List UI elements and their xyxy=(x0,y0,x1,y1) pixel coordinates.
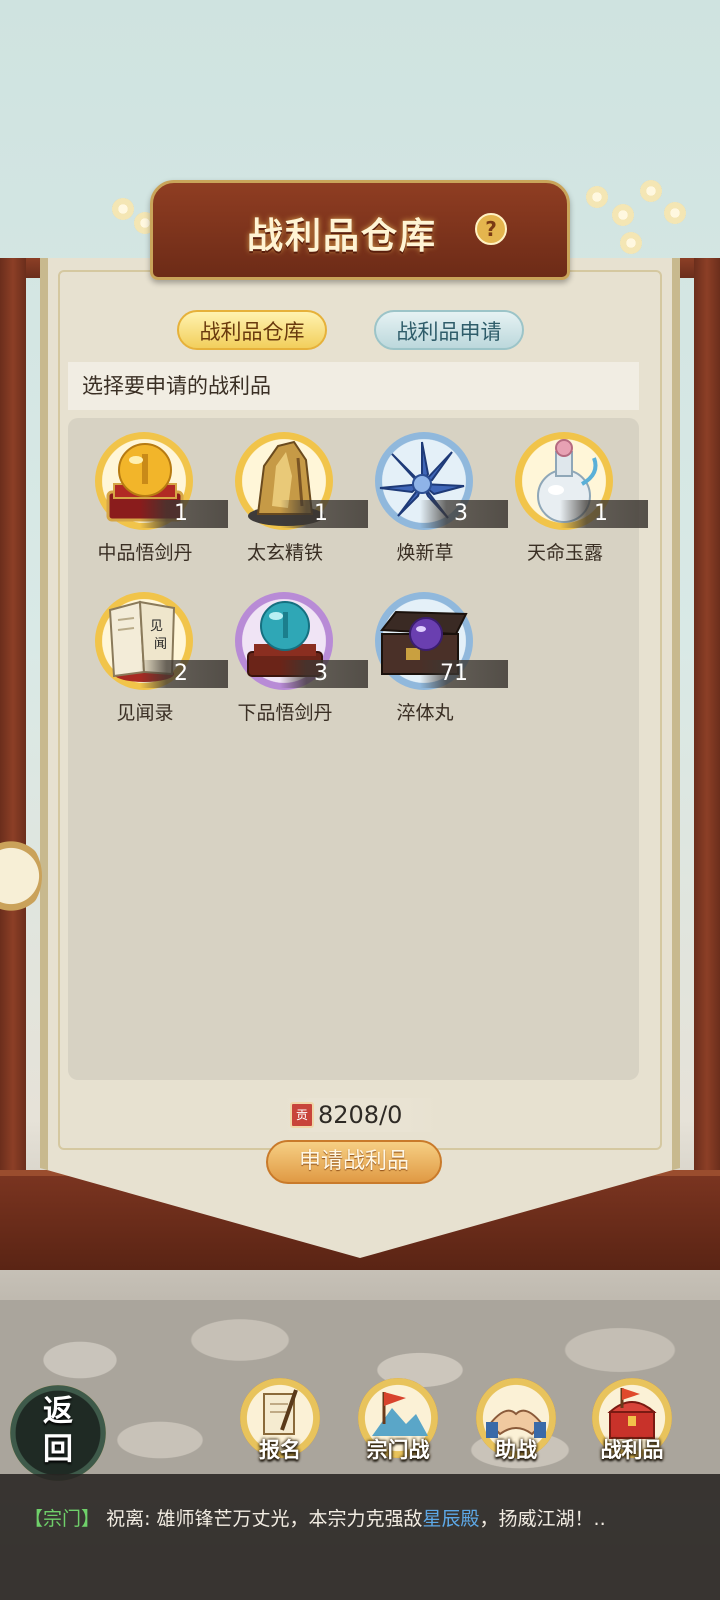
nav-label: 战利品 xyxy=(600,1437,664,1462)
item-name: 见闻录 xyxy=(116,702,174,724)
help-button[interactable]: ? xyxy=(475,213,507,245)
item-count: 71 xyxy=(420,660,508,688)
loot-item[interactable]: 见 闻 2 见闻录 xyxy=(70,580,228,730)
return-button[interactable]: 返回 xyxy=(10,1385,106,1481)
contribution-points: 贡 8208/0 xyxy=(282,1098,438,1132)
nav-label: 助战 xyxy=(495,1437,537,1462)
return-label: 返回 xyxy=(43,1394,73,1467)
item-name: 天命玉露 xyxy=(526,542,603,564)
nav-signup-button[interactable]: 报名 xyxy=(232,1374,328,1470)
blossom-icon xyxy=(112,198,134,220)
chat-speaker: 祝离: xyxy=(106,1508,151,1530)
chat-text: 雄师锋芒万丈光，本宗力克强敌 xyxy=(156,1508,423,1530)
blossom-icon xyxy=(640,180,662,202)
title-plaque: 战利品仓库 ? xyxy=(150,180,570,280)
tab-application[interactable]: 战利品申请 xyxy=(374,310,524,350)
chat-bar[interactable]: 【宗门】 祝离: 雄师锋芒万丈光，本宗力克强敌星辰殿，扬威江湖！.. xyxy=(0,1474,720,1600)
item-name: 淬体丸 xyxy=(396,702,454,724)
blossom-icon xyxy=(620,232,642,254)
item-name: 焕新草 xyxy=(396,542,454,564)
loot-item[interactable]: 3 焕新草 xyxy=(350,420,508,570)
points-value: 8208/0 xyxy=(318,1101,403,1129)
nav-label: 宗门战 xyxy=(366,1437,430,1462)
nav-assist-button[interactable]: 助战 xyxy=(468,1374,564,1470)
blossom-icon xyxy=(586,186,608,208)
item-name: 下品悟剑丹 xyxy=(237,702,333,724)
nav-loot-button[interactable]: 战利品 xyxy=(584,1374,680,1470)
item-count: 1 xyxy=(560,500,648,528)
loot-item[interactable]: 1 太玄精铁 xyxy=(210,420,368,570)
svg-text:见: 见 xyxy=(150,619,163,634)
chat-highlight-link[interactable]: 星辰殿 xyxy=(423,1508,480,1530)
loot-item[interactable]: 1 天命玉露 xyxy=(490,420,648,570)
loot-item[interactable]: 3 下品悟剑丹 xyxy=(210,580,368,730)
frame-left-post xyxy=(0,258,26,1258)
blossom-icon xyxy=(664,202,686,224)
chat-message: 【宗门】 祝离: 雄师锋芒万丈光，本宗力克强敌星辰殿，扬威江湖！.. xyxy=(24,1504,704,1531)
item-name: 中品悟剑丹 xyxy=(97,542,193,564)
loot-item[interactable]: 1 中品悟剑丹 xyxy=(70,420,228,570)
svg-text:闻: 闻 xyxy=(154,637,167,652)
item-name: 太玄精铁 xyxy=(246,542,323,564)
apply-loot-button[interactable]: 申请战利品 xyxy=(266,1140,442,1184)
select-prompt: 选择要申请的战利品 xyxy=(68,362,639,410)
nav-sect-war-button[interactable]: 宗门战 xyxy=(350,1374,446,1470)
nav-label: 报名 xyxy=(259,1437,301,1462)
chat-channel: 【宗门】 xyxy=(24,1508,101,1530)
blossom-icon xyxy=(612,204,634,226)
side-chat-bubble-icon[interactable] xyxy=(0,836,42,916)
tab-warehouse[interactable]: 战利品仓库 xyxy=(177,310,327,350)
chat-text: ，扬威江湖！.. xyxy=(479,1508,606,1530)
loot-item[interactable]: 71 淬体丸 xyxy=(350,580,508,730)
frame-right-post xyxy=(694,258,720,1258)
contribution-icon: 贡 xyxy=(290,1102,314,1128)
